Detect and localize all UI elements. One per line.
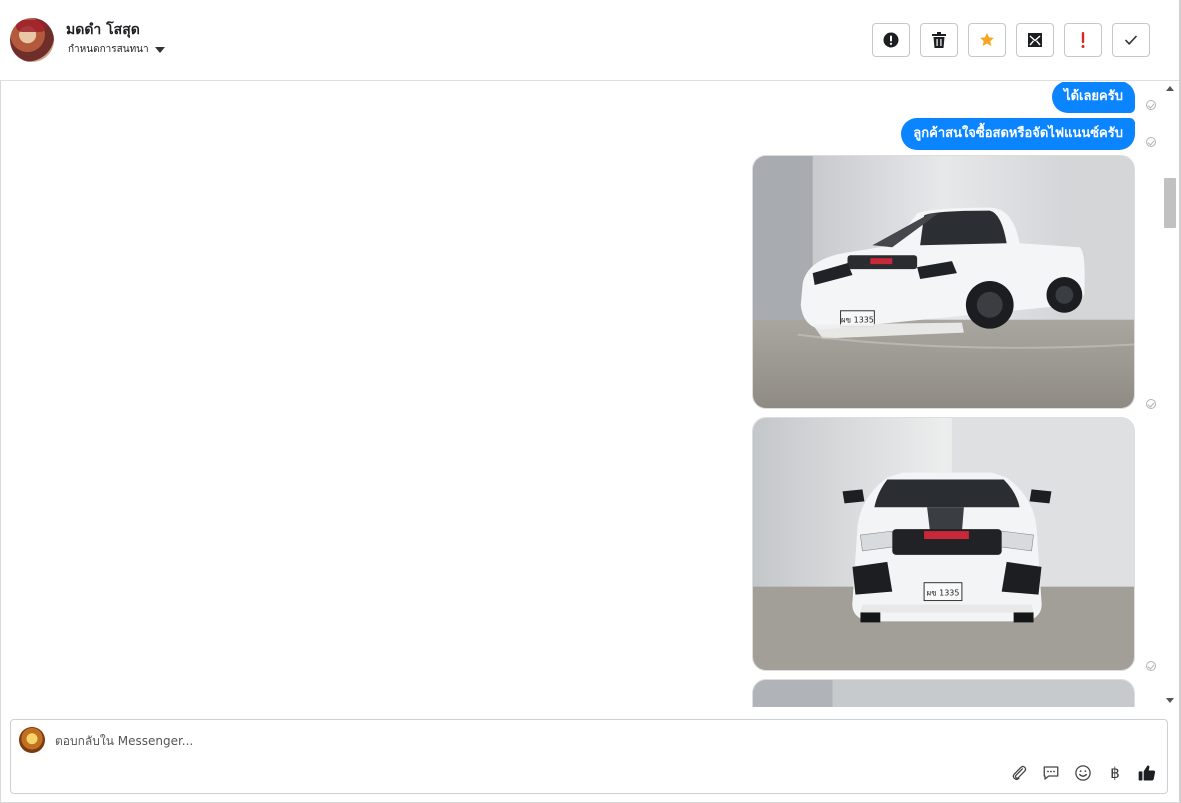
contact-name[interactable]: มดดำ โสสุด bbox=[66, 19, 140, 41]
conversation-toolbar bbox=[872, 23, 1150, 57]
envelope-icon bbox=[1028, 33, 1042, 47]
report-button[interactable] bbox=[872, 23, 910, 57]
contact-avatar[interactable] bbox=[10, 18, 54, 62]
message-image[interactable]: ผข 1335 bbox=[752, 155, 1135, 409]
emoji-icon[interactable] bbox=[1073, 763, 1093, 783]
assign-conversation-label: กำหนดการสนทนา bbox=[68, 44, 149, 55]
conversation-header: มดดำ โสสุด กำหนดการสนทนา bbox=[0, 0, 1179, 81]
thumbs-up-icon[interactable] bbox=[1137, 763, 1157, 783]
seen-icon bbox=[1146, 137, 1156, 147]
truck-photo: ผข 1335 bbox=[753, 418, 1134, 670]
star-button[interactable] bbox=[968, 23, 1006, 57]
reply-input[interactable] bbox=[55, 734, 955, 748]
mark-unread-button[interactable] bbox=[1016, 23, 1054, 57]
thread-scrollbar[interactable] bbox=[1162, 82, 1179, 707]
seen-icon bbox=[1146, 399, 1156, 409]
message-image[interactable] bbox=[752, 679, 1135, 707]
baht-icon[interactable]: ฿ bbox=[1105, 763, 1125, 783]
scroll-down-arrow-icon[interactable] bbox=[1166, 698, 1174, 703]
exclamation-icon bbox=[1081, 32, 1085, 48]
license-plate-text: ผข 1335 bbox=[841, 316, 874, 325]
message-thread[interactable]: ได้เลยครับ ลูกค้าสนใจซื้อสดหรือจัดไฟแนนซ… bbox=[1, 82, 1162, 707]
attachment-icon[interactable] bbox=[1009, 763, 1029, 783]
check-icon bbox=[1124, 35, 1138, 45]
seen-icon bbox=[1146, 100, 1156, 110]
message-bubble[interactable]: ลูกค้าสนใจซื้อสดหรือจัดไฟแนนซ์ครับ bbox=[901, 118, 1135, 150]
message-image[interactable]: ผข 1335 bbox=[752, 417, 1135, 671]
page-avatar bbox=[19, 727, 45, 753]
license-plate-text: ผข 1335 bbox=[927, 589, 960, 598]
composer-tools: ฿ bbox=[1009, 763, 1157, 783]
caret-down-icon bbox=[154, 46, 165, 53]
star-icon bbox=[980, 33, 994, 46]
scroll-thumb[interactable] bbox=[1164, 178, 1176, 228]
assign-conversation-dropdown[interactable]: กำหนดการสนทนา bbox=[68, 42, 165, 57]
photo-partial bbox=[753, 680, 1134, 707]
delete-button[interactable] bbox=[920, 23, 958, 57]
spam-button[interactable] bbox=[1064, 23, 1102, 57]
exclamation-circle-icon bbox=[883, 32, 899, 48]
truck-photo: ผข 1335 bbox=[753, 156, 1134, 408]
reply-composer: ฿ bbox=[10, 719, 1168, 794]
trash-icon bbox=[932, 32, 946, 48]
done-button[interactable] bbox=[1112, 23, 1150, 57]
scroll-up-arrow-icon[interactable] bbox=[1166, 86, 1174, 91]
saved-reply-icon[interactable] bbox=[1041, 763, 1061, 783]
seen-icon bbox=[1146, 661, 1156, 671]
message-bubble[interactable]: ได้เลยครับ bbox=[1052, 82, 1135, 113]
